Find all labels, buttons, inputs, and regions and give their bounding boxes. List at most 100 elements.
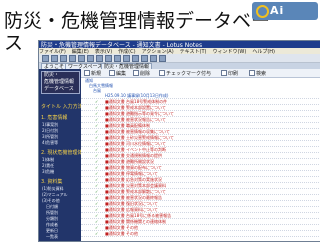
toolbar-tool-icon[interactable] (96, 55, 103, 62)
row-title: ■通知文書 応急対策の実施状況 (105, 177, 163, 182)
check-icon[interactable]: ✓ (95, 100, 98, 104)
action-icon (249, 70, 255, 76)
row-title: ■通知文書 避難指示等の発令について (105, 111, 174, 116)
check-icon[interactable]: ✓ (95, 142, 98, 146)
row-title: ■通知文書 物資の配布について (105, 165, 162, 170)
action-button[interactable]: 削除 (133, 70, 150, 77)
sidebar-section-head[interactable]: タイトル 入力方法 (41, 103, 83, 110)
row-title: ■通知文書 河川水位情報について (105, 141, 166, 146)
check-icon[interactable]: ✓ (95, 172, 98, 176)
check-icon[interactable]: ✓ (95, 214, 98, 218)
action-button[interactable]: 新規 (84, 70, 101, 77)
sidebar-item[interactable]: 一覧表 (42, 234, 58, 240)
toolbar-tool-icon[interactable] (105, 55, 112, 62)
check-icon[interactable]: ✓ (95, 220, 98, 224)
toolbar-tool-icon[interactable] (60, 55, 67, 62)
row-title: ■通知文書 台風18号に係る被害報告 (105, 213, 172, 218)
toolbar-tool-icon[interactable] (123, 55, 130, 62)
action-button[interactable]: 編集 (109, 70, 126, 77)
toolbar-tool-icon[interactable] (132, 55, 139, 62)
banner-line: データベース (44, 86, 74, 92)
action-icon (84, 70, 90, 76)
check-icon[interactable]: ✓ (95, 178, 98, 182)
row-title: ■通知文書 土砂災害警戒情報について (105, 135, 174, 140)
action-button[interactable]: チェックマーク付与 (159, 70, 211, 77)
logo-mark-icon (256, 5, 269, 18)
check-icon[interactable]: ✓ (95, 124, 98, 128)
row-title: ■通知文書 警戒本部設置について (105, 105, 166, 110)
action-icon (221, 70, 227, 76)
toolbar-tool-icon[interactable] (42, 55, 49, 62)
row-title: ■通知文書 職員配備体制 (105, 123, 151, 128)
action-label: チェックマーク付与 (166, 71, 212, 77)
check-icon[interactable]: ✓ (95, 118, 98, 122)
row-title: ■通知文書 停電情報について (105, 171, 158, 176)
toolbar-tool-icon[interactable] (114, 55, 121, 62)
row-title: ■通知文書 被害情報の収集について (105, 129, 170, 134)
check-icon[interactable]: ✓ (95, 232, 98, 236)
row-title: ■通知文書 警戒本部解散について (105, 189, 166, 194)
sidebar-section-head[interactable]: 3. 資料集 (41, 178, 62, 185)
row-title: ■通知文書 被害状況報告について (105, 117, 166, 122)
row-title: ■通知文書 被害状況の最終報告 (105, 195, 163, 200)
check-icon[interactable]: ✓ (95, 130, 98, 134)
row-title: ■通知文書 復旧状況について (105, 201, 158, 206)
app-window: 防災・危機管理情報データベース - 通知文書 - Lotus Notes ファイ… (38, 40, 320, 242)
logo-text: Ai (270, 4, 285, 17)
table-row[interactable]: ✓ ■通知文書 その他 (81, 232, 320, 237)
row-title: ■通知文書 広報資料について (105, 207, 158, 212)
check-icon[interactable]: ✓ (95, 160, 98, 164)
check-icon[interactable]: ✓ (95, 112, 98, 116)
check-icon[interactable]: ✓ (95, 148, 98, 152)
check-icon[interactable]: ✓ (95, 166, 98, 170)
sidebar-item[interactable]: 3)危機 (42, 169, 54, 175)
tree-root[interactable]: 通知 (81, 79, 320, 83)
check-icon[interactable]: ✓ (95, 154, 98, 158)
tree-folder[interactable]: 白馬大雪情報 (81, 84, 320, 88)
row-title: ■通知文書 イベント中止等の判断 (105, 147, 167, 152)
action-icon (159, 70, 165, 76)
view-pane: 新規 編集 削除 チェックマーク付与 印刷 検索 通知 白馬大雪情報 台風 H25.09.10 … (81, 69, 320, 241)
toolbar-tool-icon[interactable] (78, 55, 85, 62)
action-button[interactable]: 印刷 (221, 70, 238, 77)
slide-title-line1: 防災・危機管理情報データベー (4, 10, 271, 32)
check-icon[interactable]: ✓ (95, 226, 98, 230)
action-label: 編集 (116, 71, 127, 77)
toolbar-tool-icon[interactable] (69, 55, 76, 62)
check-icon[interactable]: ✓ (95, 106, 98, 110)
check-icon[interactable]: ✓ (95, 196, 98, 200)
check-icon[interactable]: ✓ (95, 208, 98, 212)
check-icon[interactable]: ✓ (95, 184, 98, 188)
action-button[interactable]: 検索 (249, 70, 266, 77)
row-title: ■通知文書 台風18号警戒体制の件 (105, 99, 168, 104)
company-logo: Ai (252, 2, 318, 20)
row-title: ■通知文書 その他 (105, 231, 139, 236)
toolbar-tool-icon[interactable] (87, 55, 94, 62)
banner-line: 危機管理情報 (44, 79, 75, 85)
check-icon[interactable]: ✓ (95, 136, 98, 140)
check-icon[interactable]: ✓ (95, 190, 98, 194)
sidebar-section-head[interactable]: 1. 危害情報 (41, 114, 67, 121)
main-toolbar (39, 54, 320, 63)
row-title: H25.09.10 議事録(10月13日作成) (105, 93, 169, 98)
row-title: ■通知文書 その他 (105, 225, 139, 230)
row-title: ■通知文書 災害対策本部会議資料 (105, 183, 167, 188)
folder-label: 台風 (93, 88, 101, 93)
banner-line: 防災・ (44, 72, 60, 78)
window-titlebar: 防災・危機管理情報データベース - 通知文書 - Lotus Notes (39, 41, 320, 49)
action-label: 新規 (91, 71, 102, 77)
toolbar-tool-icon[interactable] (159, 55, 166, 62)
sidebar-item[interactable]: 4)危害等 (42, 140, 58, 146)
toolbar-tool-icon[interactable] (150, 55, 157, 62)
row-title: ■通知文書 避難所開設状況 (105, 159, 155, 164)
action-label: 削除 (140, 71, 151, 77)
toolbar-tool-icon[interactable] (141, 55, 148, 62)
toolbar-tool-icon[interactable] (51, 55, 58, 62)
check-icon[interactable]: ✓ (95, 202, 98, 206)
action-icon (109, 70, 115, 76)
action-label: 検索 (256, 71, 267, 77)
row-title: ■通知文書 交通規制情報の提供 (105, 153, 163, 158)
navigation-sidebar: 防災・ 危機管理情報 データベース タイトル 入力方法 1. 危害情報 1)事案別 2… (39, 69, 87, 241)
action-toolbar: 新規 編集 削除 チェックマーク付与 印刷 検索 (81, 69, 320, 78)
action-label: 印刷 (228, 71, 239, 77)
